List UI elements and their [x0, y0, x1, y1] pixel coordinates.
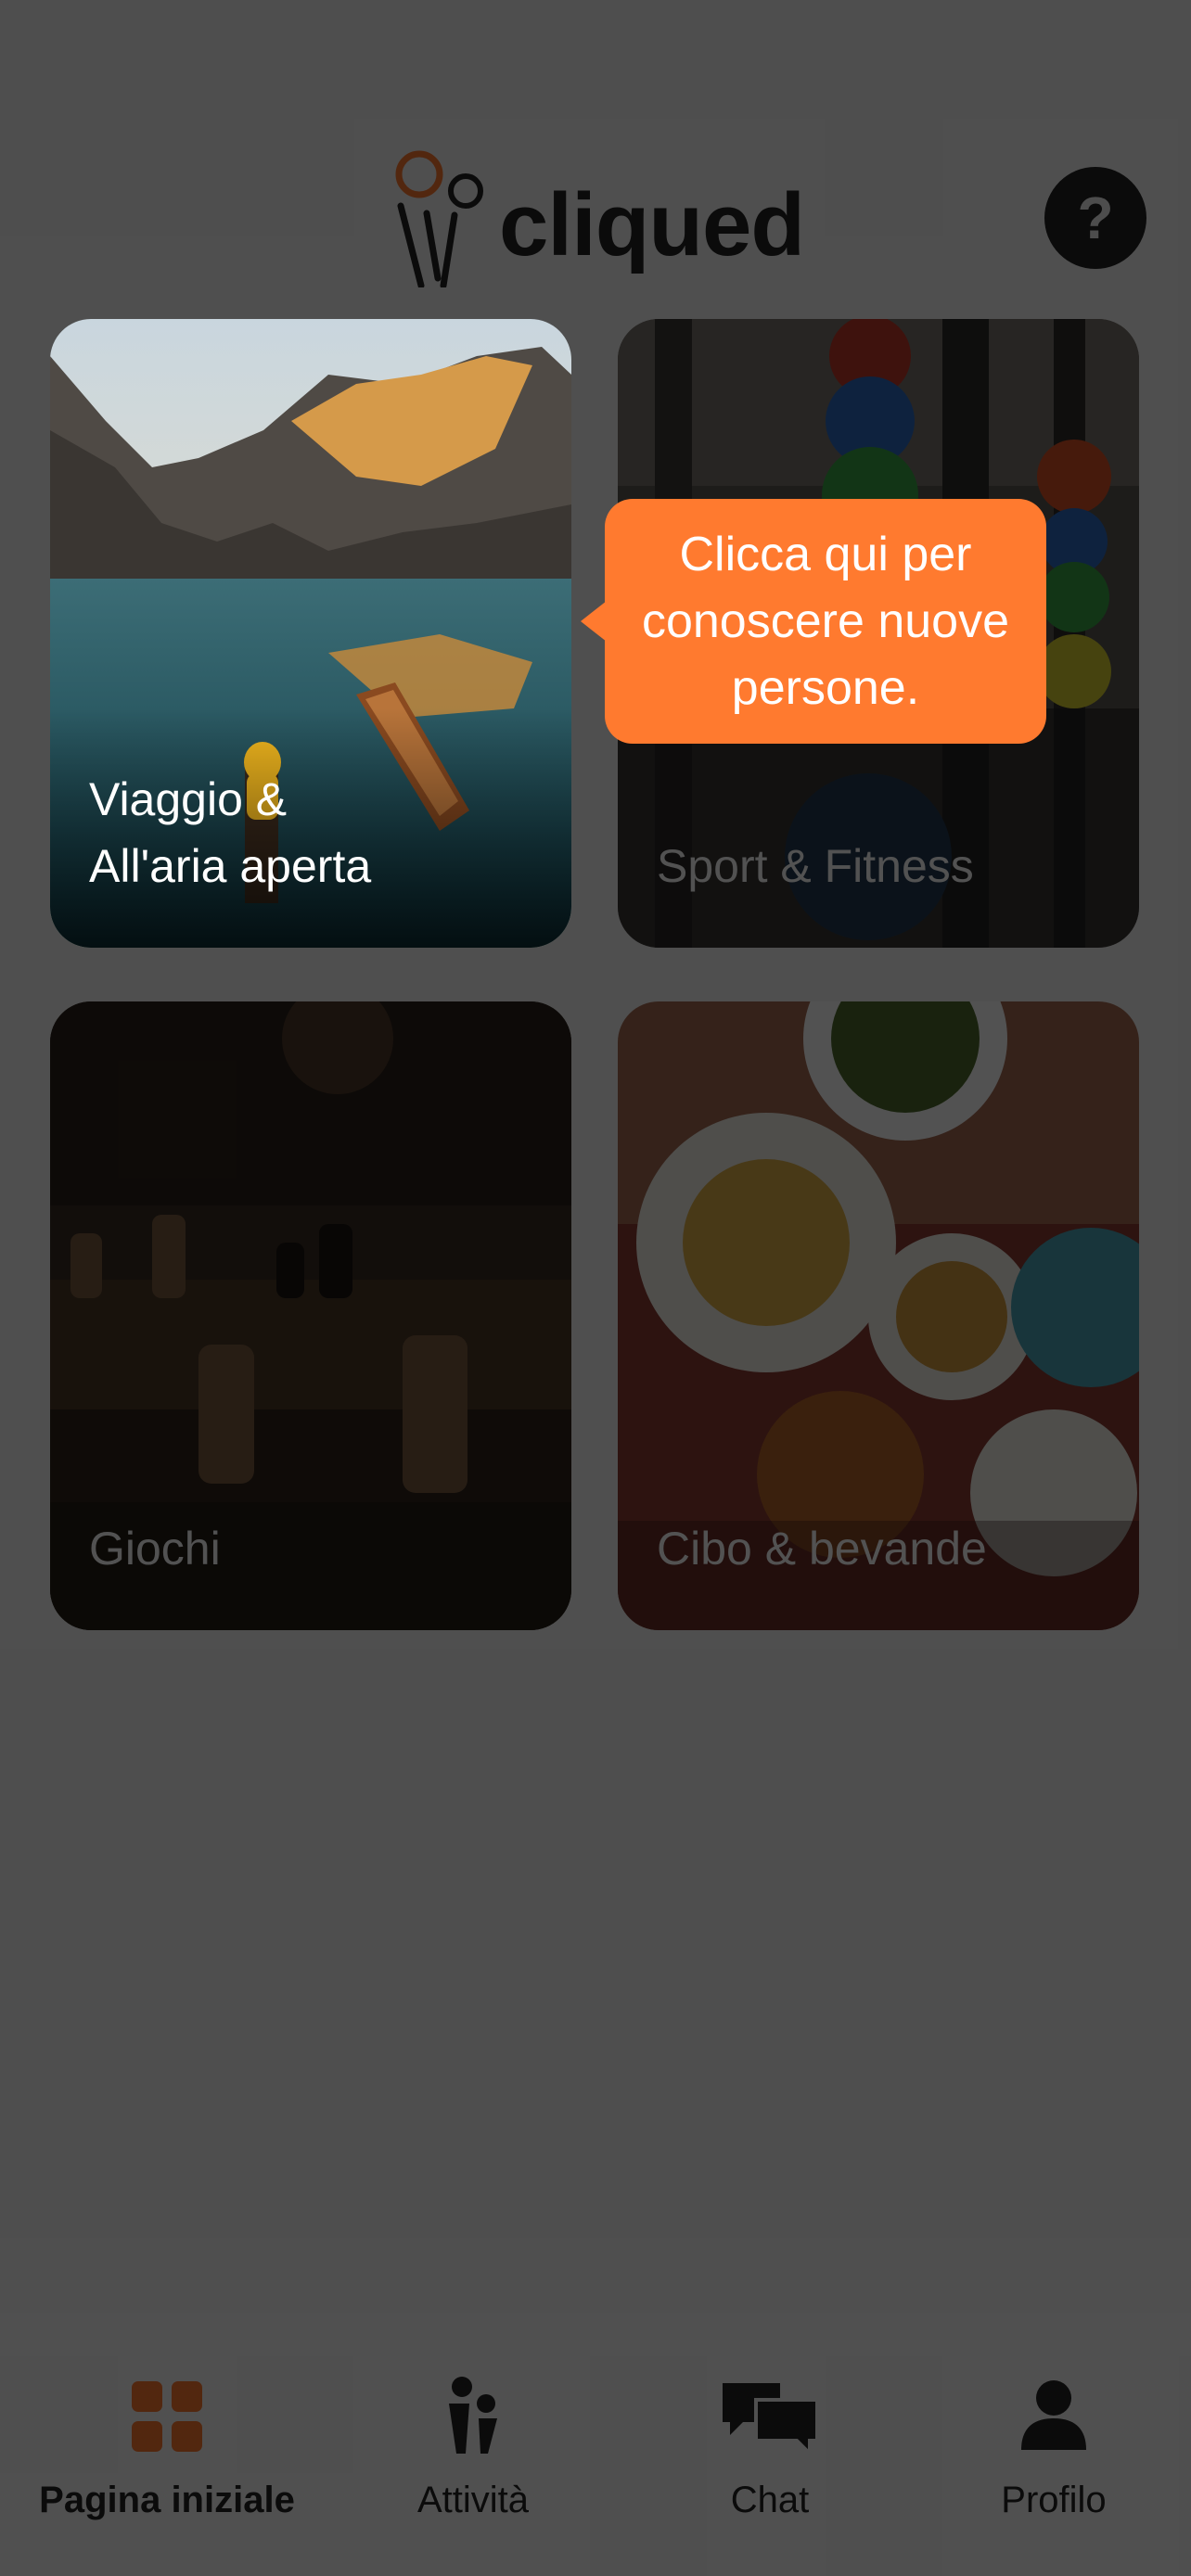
tab-activities[interactable]: Attività: [371, 2313, 575, 2576]
grid-icon: [132, 2376, 202, 2459]
category-card-giochi[interactable]: Giochi: [50, 1001, 571, 1630]
category-card-cibo-bevande[interactable]: Cibo & bevande: [618, 1001, 1139, 1630]
people-icon: [445, 2376, 501, 2459]
tooltip-arrow: [581, 601, 607, 642]
person-icon: [1021, 2376, 1086, 2459]
help-button[interactable]: ?: [1044, 167, 1146, 269]
category-label: Sport & Fitness: [657, 840, 974, 892]
category-label: Viaggio & All'aria aperta: [89, 773, 372, 892]
category-label: Cibo & bevande: [657, 1523, 987, 1575]
category-label: Giochi: [89, 1523, 221, 1575]
tab-profile[interactable]: Profilo: [952, 2313, 1156, 2576]
tab-home[interactable]: Pagina iniziale: [28, 2313, 306, 2576]
tab-label: Chat: [730, 2480, 810, 2520]
tab-label: Profilo: [1001, 2480, 1107, 2520]
tab-label: Attività: [416, 2480, 530, 2520]
logo-wordmark: cliqued: [499, 175, 805, 274]
tab-label: Pagina iniziale: [39, 2480, 295, 2520]
tab-chat[interactable]: Chat: [668, 2313, 872, 2576]
chat-bubbles-icon: [719, 2376, 821, 2459]
category-card-viaggio[interactable]: Viaggio & All'aria aperta: [50, 319, 571, 948]
onboarding-tooltip[interactable]: Clicca qui per conoscere nuove persone.: [605, 499, 1046, 744]
cliqued-logo: cliqued: [390, 148, 807, 287]
app-header: cliqued ?: [0, 0, 1191, 315]
bottom-tab-bar: Pagina iniziale Attività Chat Profilo: [0, 2313, 1191, 2576]
